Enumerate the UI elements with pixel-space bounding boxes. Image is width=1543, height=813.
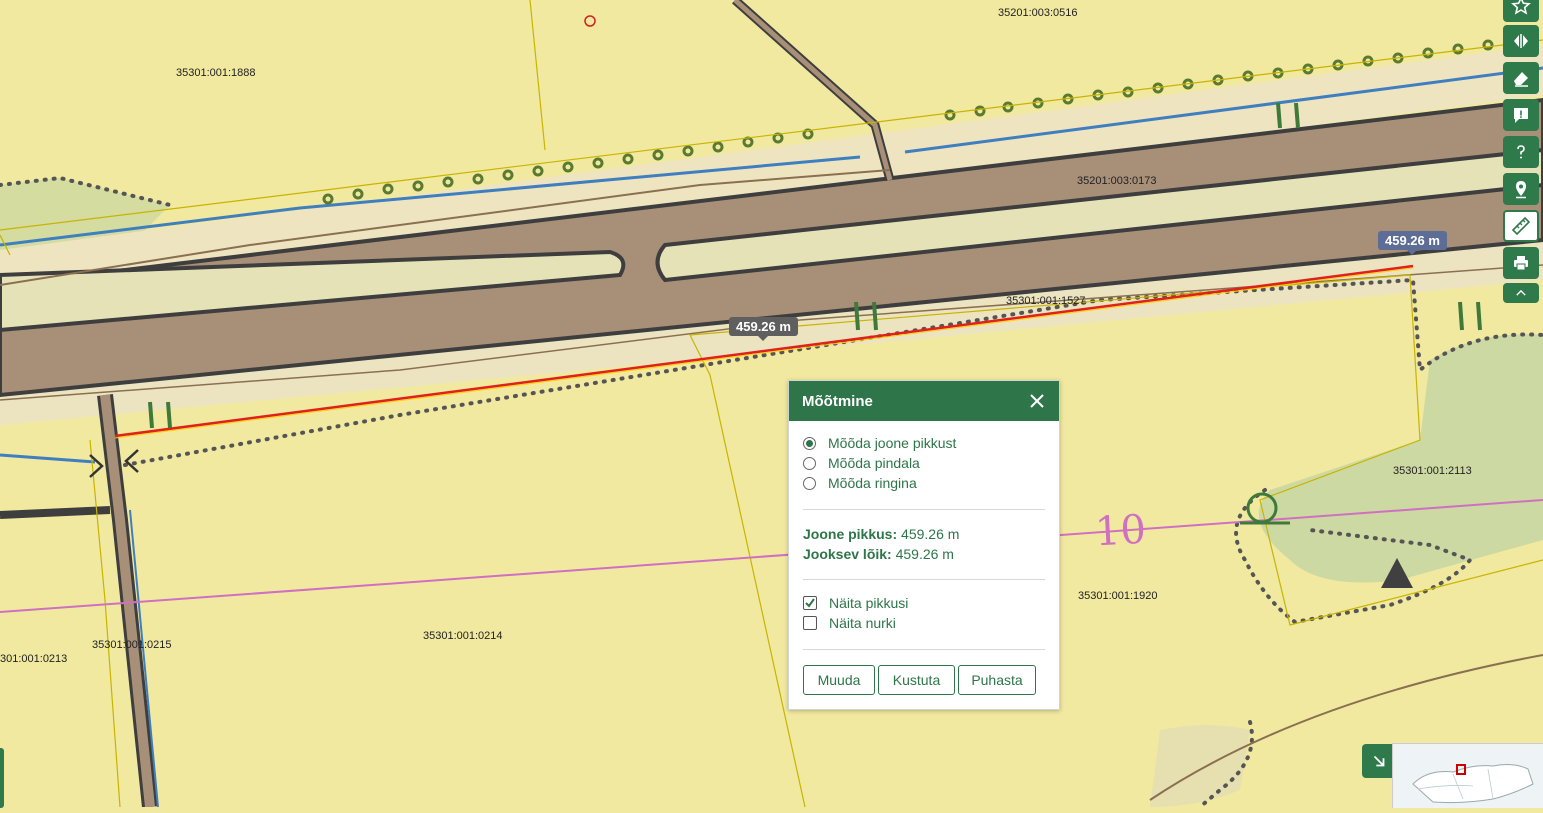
- checkbox-label: Näita pikkusi: [829, 595, 908, 611]
- collapse-button[interactable]: [1503, 283, 1539, 303]
- parcel-label: 301:001:0213: [0, 653, 67, 665]
- option-label: Mõõda joone pikkust: [828, 435, 956, 451]
- checkbox-label: Näita nurki: [829, 615, 896, 631]
- option-circle[interactable]: Mõõda ringina: [803, 475, 917, 491]
- parcel-label: 35301:001:2113: [1393, 465, 1472, 477]
- segment-label: Jooksev lõik:: [803, 546, 892, 562]
- option-label: Mõõda ringina: [828, 475, 917, 491]
- measure-button[interactable]: [1503, 210, 1539, 242]
- eraser-button[interactable]: [1503, 62, 1539, 94]
- show-angles-toggle[interactable]: Näita nurki: [803, 615, 896, 631]
- overview-map[interactable]: [1392, 743, 1543, 808]
- location-button[interactable]: [1503, 173, 1539, 205]
- feedback-button[interactable]: [1503, 99, 1539, 131]
- option-area[interactable]: Mõõda pindala: [803, 455, 920, 471]
- edit-button[interactable]: Muuda: [803, 665, 875, 695]
- divider: [803, 579, 1045, 580]
- favorites-button[interactable]: [1503, 0, 1539, 22]
- eraser-icon: [1511, 68, 1531, 88]
- delete-button[interactable]: Kustuta: [878, 665, 955, 695]
- line-length-result: Joone pikkus: 459.26 m: [803, 526, 959, 542]
- printer-icon: [1511, 253, 1531, 273]
- parcel-label: 35301:001:0214: [423, 630, 503, 642]
- total-length-tag: 459.26 m: [1378, 231, 1447, 250]
- panel-header: Mõõtmine: [789, 381, 1059, 421]
- help-button[interactable]: [1503, 136, 1539, 168]
- divider: [803, 649, 1045, 650]
- segment-result: Jooksev lõik: 459.26 m: [803, 546, 954, 562]
- contour-label: 10: [1094, 507, 1147, 556]
- radio-button[interactable]: [803, 437, 816, 450]
- map-pin-icon: [1511, 179, 1531, 199]
- star-icon: [1511, 0, 1531, 16]
- close-icon[interactable]: [1029, 393, 1045, 409]
- show-lengths-toggle[interactable]: Näita pikkusi: [803, 595, 908, 611]
- parcel-label: 35201:003:0516: [998, 7, 1078, 19]
- segment-length-tag: 459.26 m: [729, 317, 798, 336]
- ruler-icon: [1511, 216, 1531, 236]
- option-line-length[interactable]: Mõõda joone pikkust: [803, 435, 956, 451]
- panel-title: Mõõtmine: [802, 393, 873, 410]
- divider: [803, 509, 1045, 510]
- side-road: [0, 510, 110, 515]
- question-icon: [1511, 142, 1531, 162]
- parcel-label: 35301:001:1888: [176, 67, 256, 79]
- checkbox[interactable]: [803, 616, 817, 630]
- comment-alert-icon: [1511, 105, 1531, 125]
- overview-map-canvas: [1393, 744, 1543, 808]
- radio-button[interactable]: [803, 477, 816, 490]
- line-length-label: Joone pikkus:: [803, 526, 897, 542]
- map-canvas[interactable]: [0, 0, 1543, 807]
- compare-button[interactable]: [1503, 25, 1539, 57]
- parcel-label: 35301:001:0215: [92, 639, 172, 651]
- checkbox[interactable]: [803, 596, 817, 610]
- line-length-value: 459.26 m: [897, 526, 959, 542]
- measure-panel: Mõõtmine Mõõda joone pikkust Mõõda pinda…: [788, 380, 1060, 710]
- parcel-label: 35301:001:1527: [1006, 295, 1086, 307]
- parcel-label: 35301:001:1920: [1078, 590, 1158, 602]
- checkmark-icon: [804, 597, 816, 609]
- side-panel-toggle[interactable]: [0, 748, 4, 808]
- radio-button[interactable]: [803, 457, 816, 470]
- split-arrows-icon: [1511, 31, 1531, 51]
- segment-value: 459.26 m: [892, 546, 954, 562]
- clear-button[interactable]: Puhasta: [958, 665, 1036, 695]
- overview-toggle-button[interactable]: [1362, 744, 1396, 778]
- chevron-up-icon: [1514, 286, 1528, 300]
- map-view[interactable]: 35201:003:0516 35301:001:1888 35201:003:…: [0, 0, 1543, 807]
- arrow-down-right-icon: [1370, 752, 1388, 770]
- print-button[interactable]: [1503, 247, 1539, 279]
- option-label: Mõõda pindala: [828, 455, 920, 471]
- parcel-label: 35201:003:0173: [1077, 175, 1157, 187]
